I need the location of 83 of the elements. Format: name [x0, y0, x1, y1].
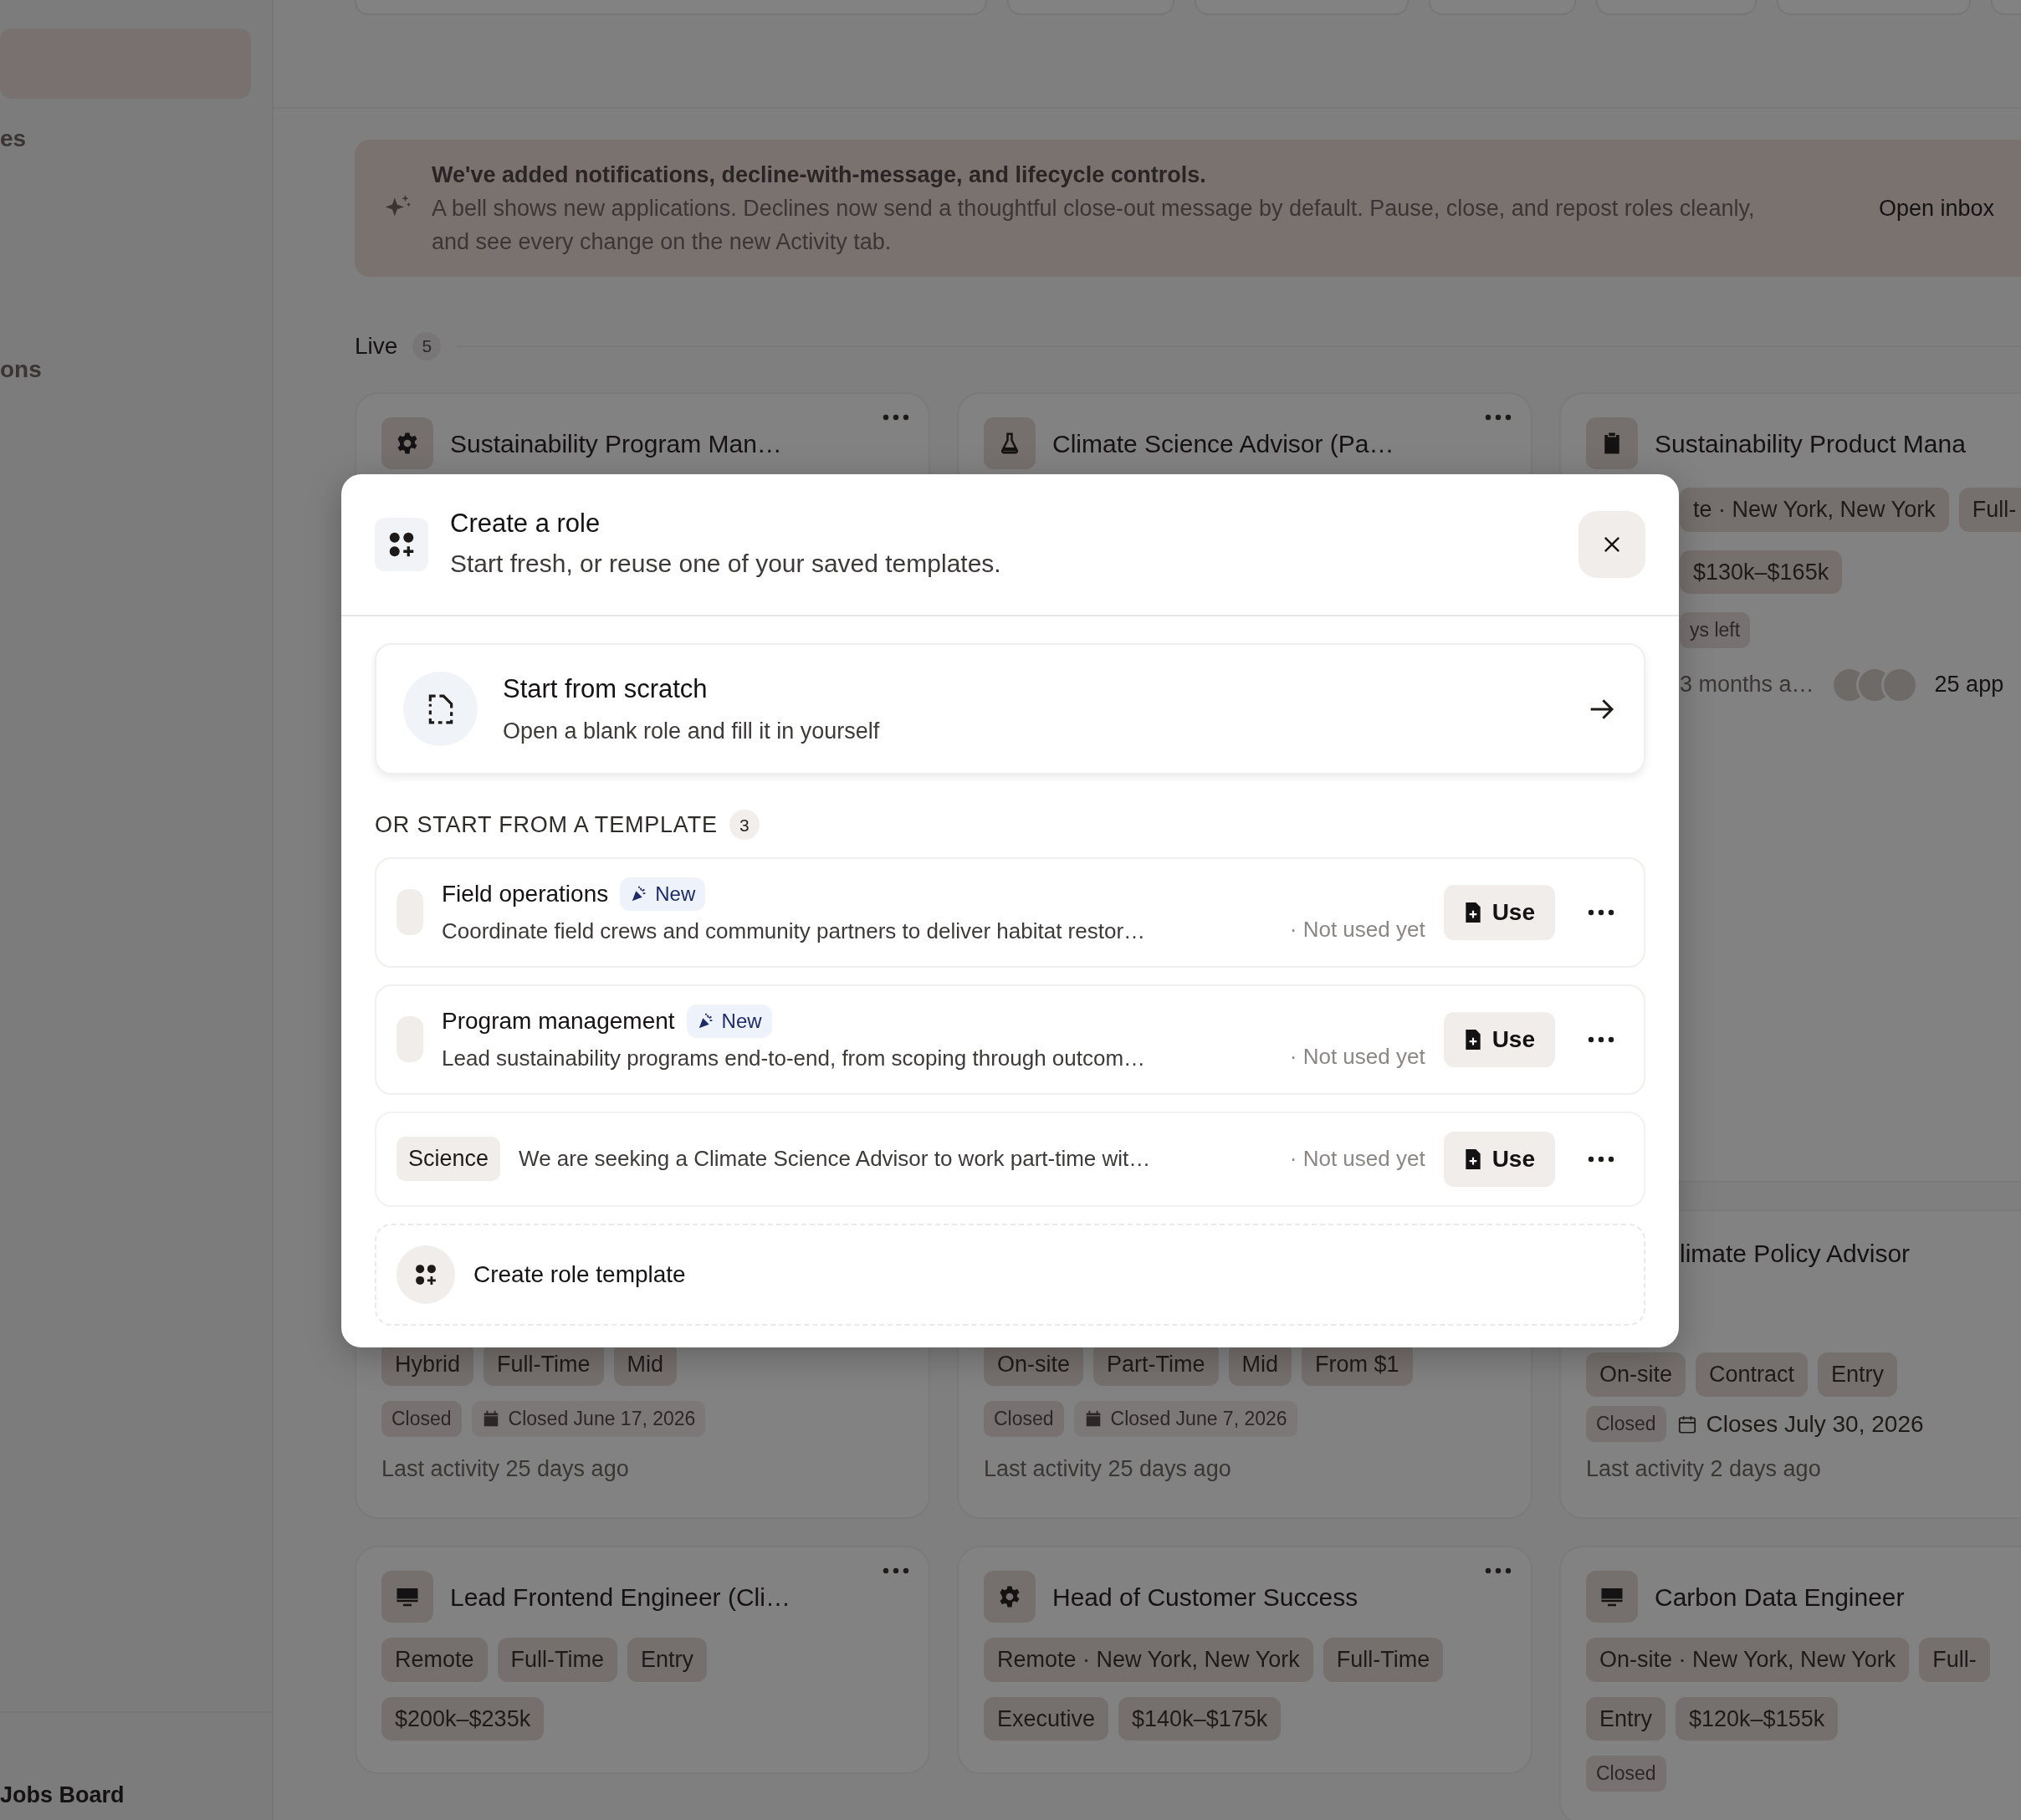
status-badge: Closed [984, 1401, 1064, 1437]
template-row[interactable]: Field operations New Coordinate field crews and community partners to deliver habitat restor… · Not used yet Use [375, 856, 1645, 968]
job-title: Sustainability Program Man… [450, 428, 782, 459]
job-tag: Entry [1586, 1696, 1666, 1741]
dialog-subtitle: Start fresh, or reuse one of your saved templates. [450, 549, 1001, 579]
job-tag: Full-Time [1323, 1638, 1444, 1682]
monitor-icon [1586, 1571, 1638, 1623]
template-row[interactable]: Science We are seeking a Climate Science Advisor to work part-time wit… · Not used yet Use [375, 1111, 1645, 1207]
last-activity: Last activity 2 days ago [1586, 1454, 1822, 1483]
status-badge: Closed [1586, 1406, 1666, 1442]
job-title: limate Policy Advisor [1680, 1239, 1911, 1269]
section-label: Live [355, 332, 398, 360]
dialog-title: Create a role [450, 508, 601, 539]
usage-text: · Not used yet [1289, 1145, 1425, 1173]
file-plus-icon [1463, 1148, 1482, 1170]
job-card[interactable]: Head of Customer Success Remote · New York, New York Full-Time Executive $140k–$175k [957, 1546, 1532, 1774]
usage-text: · Not used yet [1289, 915, 1425, 943]
date-text: Closed June 17, 2026 [508, 1407, 696, 1431]
job-tag: Remote · New York, New York [984, 1638, 1313, 1682]
job-tag: Contract [1696, 1352, 1809, 1397]
job-tag: $200k–$235k [381, 1696, 545, 1741]
sidebar-footer-label: Jobs Board [0, 1710, 272, 1820]
flask-icon [984, 417, 1036, 469]
job-tag: Full- [1958, 488, 2021, 532]
use-button[interactable]: Use [1443, 884, 1555, 940]
job-title: Climate Science Advisor (Pa… [1052, 428, 1394, 459]
job-title: Sustainability Product Mana [1655, 428, 1966, 459]
open-inbox-link[interactable]: Open inbox [1878, 191, 1994, 226]
category-tag: Science [397, 1137, 501, 1181]
start-from-scratch-option[interactable]: Start from scratch Open a blank role and fill it in yourself [375, 643, 1645, 775]
job-title: Carbon Data Engineer [1655, 1582, 1905, 1613]
job-tag: On-site · New York, New York [1586, 1638, 1910, 1682]
template-description: Coordinate field crews and community partners to deliver habitat restor… [442, 918, 1147, 945]
template-description: Lead sustainability programs end-to-end, from scoping through outcom… [442, 1045, 1147, 1072]
job-tag: Full-Time [497, 1638, 618, 1682]
file-plus-icon [1463, 901, 1482, 923]
close-button[interactable] [1578, 511, 1645, 578]
section-heading: OR START FROM A TEMPLATE [375, 811, 718, 839]
use-button[interactable]: Use [1443, 1131, 1555, 1187]
template-description: We are seeking a Climate Science Advisor to work part-time wit… [519, 1145, 1152, 1173]
job-tag: On-site [1586, 1352, 1686, 1397]
status-badge: ys left [1680, 612, 1751, 648]
job-tag: Remote [381, 1638, 488, 1682]
template-title: Program management [442, 1007, 675, 1035]
job-card[interactable]: Carbon Data Engineer On-site · New York, New York Full- Entry $120k–$155k Closed [1559, 1546, 2021, 1820]
last-activity: Last activity 25 days ago [381, 1454, 630, 1483]
use-button[interactable]: Use [1443, 1011, 1555, 1067]
job-tag: Full- [1919, 1638, 1990, 1682]
job-card[interactable]: Lead Frontend Engineer (Cli… Remote Full-Time Entry $200k–$235k [355, 1546, 930, 1774]
job-tag: te · New York, New York [1680, 488, 1949, 532]
option-description: Open a blank role and fill it in yourself [503, 717, 880, 745]
job-tag: $120k–$155k [1676, 1696, 1839, 1741]
job-tag: $140k–$175k [1118, 1696, 1282, 1741]
job-tag: Entry [627, 1638, 708, 1682]
applicant-count: 25 app [1934, 671, 2004, 699]
usage-text: · Not used yet [1289, 1042, 1425, 1071]
gear-icon [381, 417, 433, 469]
new-badge: New [620, 877, 706, 911]
date-text: Closed June 7, 2026 [1110, 1407, 1287, 1431]
last-activity: Last activity 25 days ago [984, 1454, 1232, 1483]
template-row[interactable]: Program management New Lead sustainability programs end-to-end, from scoping through outcom… · Not used yet Use [375, 984, 1645, 1095]
new-badge: New [686, 1005, 772, 1038]
count-badge: 3 [729, 810, 760, 841]
status-badge: Closed [381, 1401, 462, 1437]
date-text: Closes July 30, 2026 [1706, 1409, 1924, 1439]
job-title: Lead Frontend Engineer (Cli… [450, 1582, 790, 1613]
status-badge: Closed [1586, 1756, 1666, 1792]
count-badge: 5 [412, 332, 442, 360]
monitor-icon [381, 1571, 433, 1623]
banner-title: We've added notifications, decline-with-message, and lifecycle controls. [432, 161, 1207, 189]
option-title: Start from scratch [503, 673, 709, 705]
clipboard-icon [1586, 417, 1638, 469]
job-tag: Entry [1818, 1352, 1898, 1397]
arrow-right-icon [1589, 697, 1615, 721]
job-tag: Executive [984, 1696, 1109, 1741]
template-title: Field operations [442, 880, 609, 908]
gear-icon [984, 1571, 1036, 1623]
file-plus-icon [1463, 1028, 1482, 1051]
job-tag: $130k–$165k [1680, 550, 1843, 594]
job-title: Head of Customer Success [1052, 1582, 1358, 1613]
posted-time: 3 months a… [1680, 671, 1814, 699]
banner-text: A bell shows new applications. Declines now send a thoughtful close-out message by default. Pause, close, and repost roles cleanly, and see every change on the new Activity tab. [432, 195, 1756, 256]
create-template-option[interactable]: Create role template [375, 1223, 1645, 1326]
